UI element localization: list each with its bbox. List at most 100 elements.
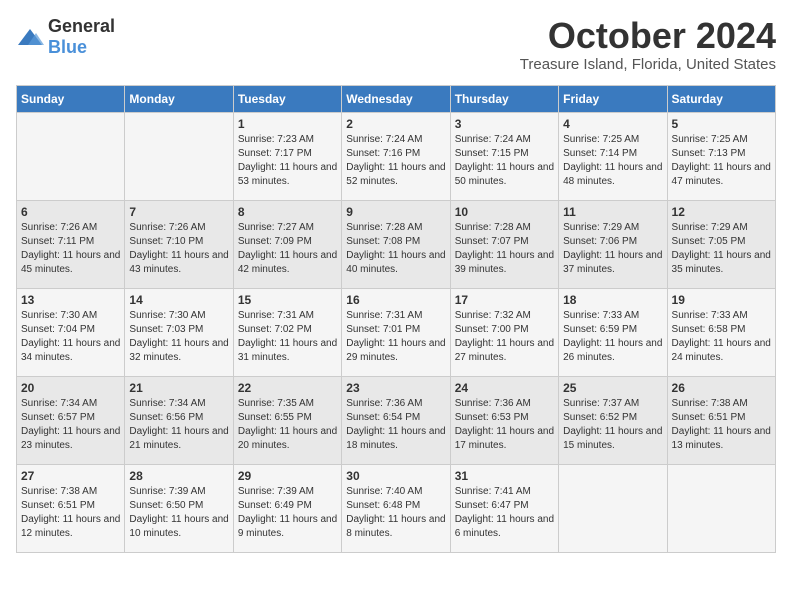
day-number: 1 [238, 117, 337, 131]
day-info: Sunrise: 7:24 AM Sunset: 7:15 PM Dayligh… [455, 133, 554, 189]
day-info: Sunrise: 7:36 AM Sunset: 6:53 PM Dayligh… [455, 397, 554, 453]
calendar-cell [667, 464, 775, 552]
calendar-table: SundayMondayTuesdayWednesdayThursdayFrid… [16, 85, 776, 553]
calendar-cell: 19 Sunrise: 7:33 AM Sunset: 6:58 PM Dayli… [667, 288, 775, 376]
day-info: Sunrise: 7:29 AM Sunset: 7:05 PM Dayligh… [672, 221, 771, 277]
day-number: 21 [129, 381, 228, 395]
column-header-thursday: Thursday [450, 85, 558, 112]
day-number: 4 [563, 117, 662, 131]
day-number: 26 [672, 381, 771, 395]
calendar-cell: 4 Sunrise: 7:25 AM Sunset: 7:14 PM Daylig… [559, 112, 667, 200]
day-info: Sunrise: 7:29 AM Sunset: 7:06 PM Dayligh… [563, 221, 662, 277]
calendar-cell: 13Sunrise: 7:30 AM Sunset: 7:04 PM Dayli… [17, 288, 125, 376]
day-info: Sunrise: 7:32 AM Sunset: 7:00 PM Dayligh… [455, 309, 554, 365]
day-number: 15 [238, 293, 337, 307]
column-header-wednesday: Wednesday [342, 85, 450, 112]
day-number: 12 [672, 205, 771, 219]
day-info: Sunrise: 7:27 AM Sunset: 7:09 PM Dayligh… [238, 221, 337, 277]
column-header-sunday: Sunday [17, 85, 125, 112]
calendar-cell: 15 Sunrise: 7:31 AM Sunset: 7:02 PM Dayli… [233, 288, 341, 376]
calendar-cell: 23 Sunrise: 7:36 AM Sunset: 6:54 PM Dayli… [342, 376, 450, 464]
logo-icon [16, 27, 44, 47]
day-number: 20 [21, 381, 120, 395]
calendar-cell: 26 Sunrise: 7:38 AM Sunset: 6:51 PM Dayli… [667, 376, 775, 464]
calendar-cell: 7 Sunrise: 7:26 AM Sunset: 7:10 PM Daylig… [125, 200, 233, 288]
day-info: Sunrise: 7:35 AM Sunset: 6:55 PM Dayligh… [238, 397, 337, 453]
calendar-cell: 5 Sunrise: 7:25 AM Sunset: 7:13 PM Daylig… [667, 112, 775, 200]
day-info: Sunrise: 7:31 AM Sunset: 7:02 PM Dayligh… [238, 309, 337, 365]
month-title: October 2024 [520, 16, 776, 56]
day-number: 28 [129, 469, 228, 483]
day-info: Sunrise: 7:36 AM Sunset: 6:54 PM Dayligh… [346, 397, 445, 453]
day-number: 7 [129, 205, 228, 219]
day-info: Sunrise: 7:25 AM Sunset: 7:13 PM Dayligh… [672, 133, 771, 189]
calendar-cell: 30 Sunrise: 7:40 AM Sunset: 6:48 PM Dayli… [342, 464, 450, 552]
day-number: 19 [672, 293, 771, 307]
page-header: General Blue October 2024 Treasure Islan… [16, 16, 776, 73]
day-info: Sunrise: 7:38 AM Sunset: 6:51 PM Dayligh… [21, 485, 120, 541]
logo: General Blue [16, 16, 115, 58]
calendar-week-row: 6Sunrise: 7:26 AM Sunset: 7:11 PM Daylig… [17, 200, 776, 288]
day-info: Sunrise: 7:38 AM Sunset: 6:51 PM Dayligh… [672, 397, 771, 453]
calendar-cell: 17 Sunrise: 7:32 AM Sunset: 7:00 PM Dayli… [450, 288, 558, 376]
calendar-cell: 24 Sunrise: 7:36 AM Sunset: 6:53 PM Dayli… [450, 376, 558, 464]
calendar-cell [559, 464, 667, 552]
calendar-cell: 3Sunrise: 7:24 AM Sunset: 7:15 PM Daylig… [450, 112, 558, 200]
day-number: 29 [238, 469, 337, 483]
calendar-cell: 2 Sunrise: 7:24 AM Sunset: 7:16 PM Daylig… [342, 112, 450, 200]
day-info: Sunrise: 7:31 AM Sunset: 7:01 PM Dayligh… [346, 309, 445, 365]
calendar-cell: 21Sunrise: 7:34 AM Sunset: 6:56 PM Dayli… [125, 376, 233, 464]
calendar-cell: 10 Sunrise: 7:28 AM Sunset: 7:07 PM Dayli… [450, 200, 558, 288]
day-info: Sunrise: 7:41 AM Sunset: 6:47 PM Dayligh… [455, 485, 554, 541]
calendar-cell: 18Sunrise: 7:33 AM Sunset: 6:59 PM Dayli… [559, 288, 667, 376]
day-info: Sunrise: 7:33 AM Sunset: 6:58 PM Dayligh… [672, 309, 771, 365]
day-info: Sunrise: 7:30 AM Sunset: 7:03 PM Dayligh… [129, 309, 228, 365]
day-info: Sunrise: 7:24 AM Sunset: 7:16 PM Dayligh… [346, 133, 445, 189]
column-header-tuesday: Tuesday [233, 85, 341, 112]
day-number: 10 [455, 205, 554, 219]
day-info: Sunrise: 7:28 AM Sunset: 7:07 PM Dayligh… [455, 221, 554, 277]
day-number: 31 [455, 469, 554, 483]
day-number: 25 [563, 381, 662, 395]
day-number: 2 [346, 117, 445, 131]
calendar-cell: 8Sunrise: 7:27 AM Sunset: 7:09 PM Daylig… [233, 200, 341, 288]
calendar-cell: 11Sunrise: 7:29 AM Sunset: 7:06 PM Dayli… [559, 200, 667, 288]
calendar-cell: 14 Sunrise: 7:30 AM Sunset: 7:03 PM Dayli… [125, 288, 233, 376]
day-info: Sunrise: 7:30 AM Sunset: 7:04 PM Dayligh… [21, 309, 120, 365]
calendar-cell [125, 112, 233, 200]
column-header-saturday: Saturday [667, 85, 775, 112]
day-number: 6 [21, 205, 120, 219]
day-number: 5 [672, 117, 771, 131]
column-header-monday: Monday [125, 85, 233, 112]
calendar-cell: 16Sunrise: 7:31 AM Sunset: 7:01 PM Dayli… [342, 288, 450, 376]
day-info: Sunrise: 7:28 AM Sunset: 7:08 PM Dayligh… [346, 221, 445, 277]
day-number: 24 [455, 381, 554, 395]
calendar-cell: 25 Sunrise: 7:37 AM Sunset: 6:52 PM Dayli… [559, 376, 667, 464]
day-info: Sunrise: 7:40 AM Sunset: 6:48 PM Dayligh… [346, 485, 445, 541]
title-block: October 2024 Treasure Island, Florida, U… [520, 16, 776, 73]
calendar-cell: 29 Sunrise: 7:39 AM Sunset: 6:49 PM Dayli… [233, 464, 341, 552]
day-number: 23 [346, 381, 445, 395]
logo-general-text: General [48, 16, 115, 36]
day-number: 14 [129, 293, 228, 307]
calendar-header-row: SundayMondayTuesdayWednesdayThursdayFrid… [17, 85, 776, 112]
calendar-week-row: 1Sunrise: 7:23 AM Sunset: 7:17 PM Daylig… [17, 112, 776, 200]
day-info: Sunrise: 7:25 AM Sunset: 7:14 PM Dayligh… [563, 133, 662, 189]
day-info: Sunrise: 7:26 AM Sunset: 7:10 PM Dayligh… [129, 221, 228, 277]
day-number: 27 [21, 469, 120, 483]
calendar-cell: 1Sunrise: 7:23 AM Sunset: 7:17 PM Daylig… [233, 112, 341, 200]
day-info: Sunrise: 7:39 AM Sunset: 6:49 PM Dayligh… [238, 485, 337, 541]
day-number: 30 [346, 469, 445, 483]
calendar-week-row: 20Sunrise: 7:34 AM Sunset: 6:57 PM Dayli… [17, 376, 776, 464]
logo-blue-text: Blue [48, 37, 87, 57]
day-info: Sunrise: 7:37 AM Sunset: 6:52 PM Dayligh… [563, 397, 662, 453]
calendar-body: 1Sunrise: 7:23 AM Sunset: 7:17 PM Daylig… [17, 112, 776, 552]
column-header-friday: Friday [559, 85, 667, 112]
calendar-cell: 12 Sunrise: 7:29 AM Sunset: 7:05 PM Dayli… [667, 200, 775, 288]
day-number: 9 [346, 205, 445, 219]
calendar-cell: 20Sunrise: 7:34 AM Sunset: 6:57 PM Dayli… [17, 376, 125, 464]
day-number: 17 [455, 293, 554, 307]
calendar-cell: 6Sunrise: 7:26 AM Sunset: 7:11 PM Daylig… [17, 200, 125, 288]
calendar-cell: 9 Sunrise: 7:28 AM Sunset: 7:08 PM Daylig… [342, 200, 450, 288]
calendar-cell: 22Sunrise: 7:35 AM Sunset: 6:55 PM Dayli… [233, 376, 341, 464]
